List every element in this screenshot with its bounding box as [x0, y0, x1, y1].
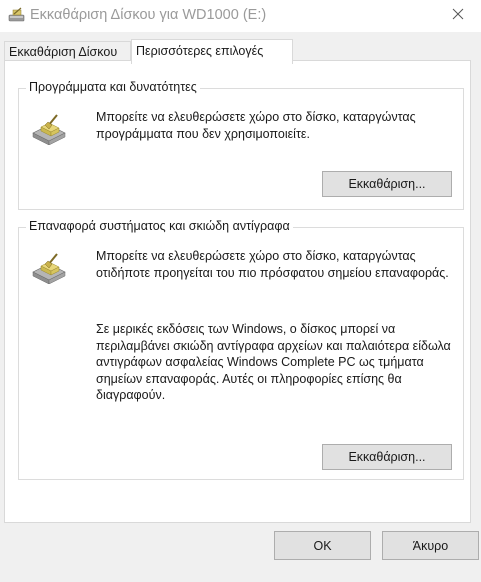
system-restore-clean-up-button[interactable]: Εκκαθάριση... [322, 444, 452, 470]
disk-cleanup-window: Εκκαθάριση Δίσκου για WD1000 (E:) Εκκαθά… [0, 0, 481, 582]
cancel-button[interactable]: Άκυρο [382, 531, 479, 560]
system-restore-legend: Επαναφορά συστήματος και σκιώδη αντίγραφ… [26, 219, 293, 233]
system-restore-group: Επαναφορά συστήματος και σκιώδη αντίγραφ… [18, 219, 464, 480]
disk-cleanup-icon [8, 7, 26, 23]
system-restore-description: Μπορείτε να ελευθερώσετε χώρο στο δίσκο,… [96, 249, 449, 280]
disk-drive-icon [31, 252, 67, 285]
programs-clean-up-button[interactable]: Εκκαθάριση... [322, 171, 452, 197]
window-title: Εκκαθάριση Δίσκου για WD1000 (E:) [30, 7, 267, 23]
tab-strip: Εκκαθάριση Δίσκου Περισσότερες επιλογές [0, 32, 481, 64]
close-icon [452, 8, 464, 23]
tab-panel-more-options: Προγράμματα και δυνατότητες Μπορείτε να … [4, 60, 471, 523]
programs-features-group: Προγράμματα και δυνατότητες Μπορείτε να … [18, 80, 464, 210]
programs-description: Μπορείτε να ελευθερώσετε χώρο στο δίσκο,… [96, 110, 416, 141]
tab-more-options[interactable]: Περισσότερες επιλογές [131, 39, 293, 64]
tab-disk-cleanup[interactable]: Εκκαθάριση Δίσκου [4, 41, 131, 62]
close-button[interactable] [435, 0, 481, 30]
system-restore-note: Σε μερικές εκδόσεις των Windows, ο δίσκο… [96, 322, 451, 402]
disk-drive-icon [31, 113, 67, 146]
title-bar[interactable]: Εκκαθάριση Δίσκου για WD1000 (E:) [0, 0, 481, 32]
ok-button[interactable]: OK [274, 531, 371, 560]
programs-features-legend: Προγράμματα και δυνατότητες [26, 80, 200, 94]
